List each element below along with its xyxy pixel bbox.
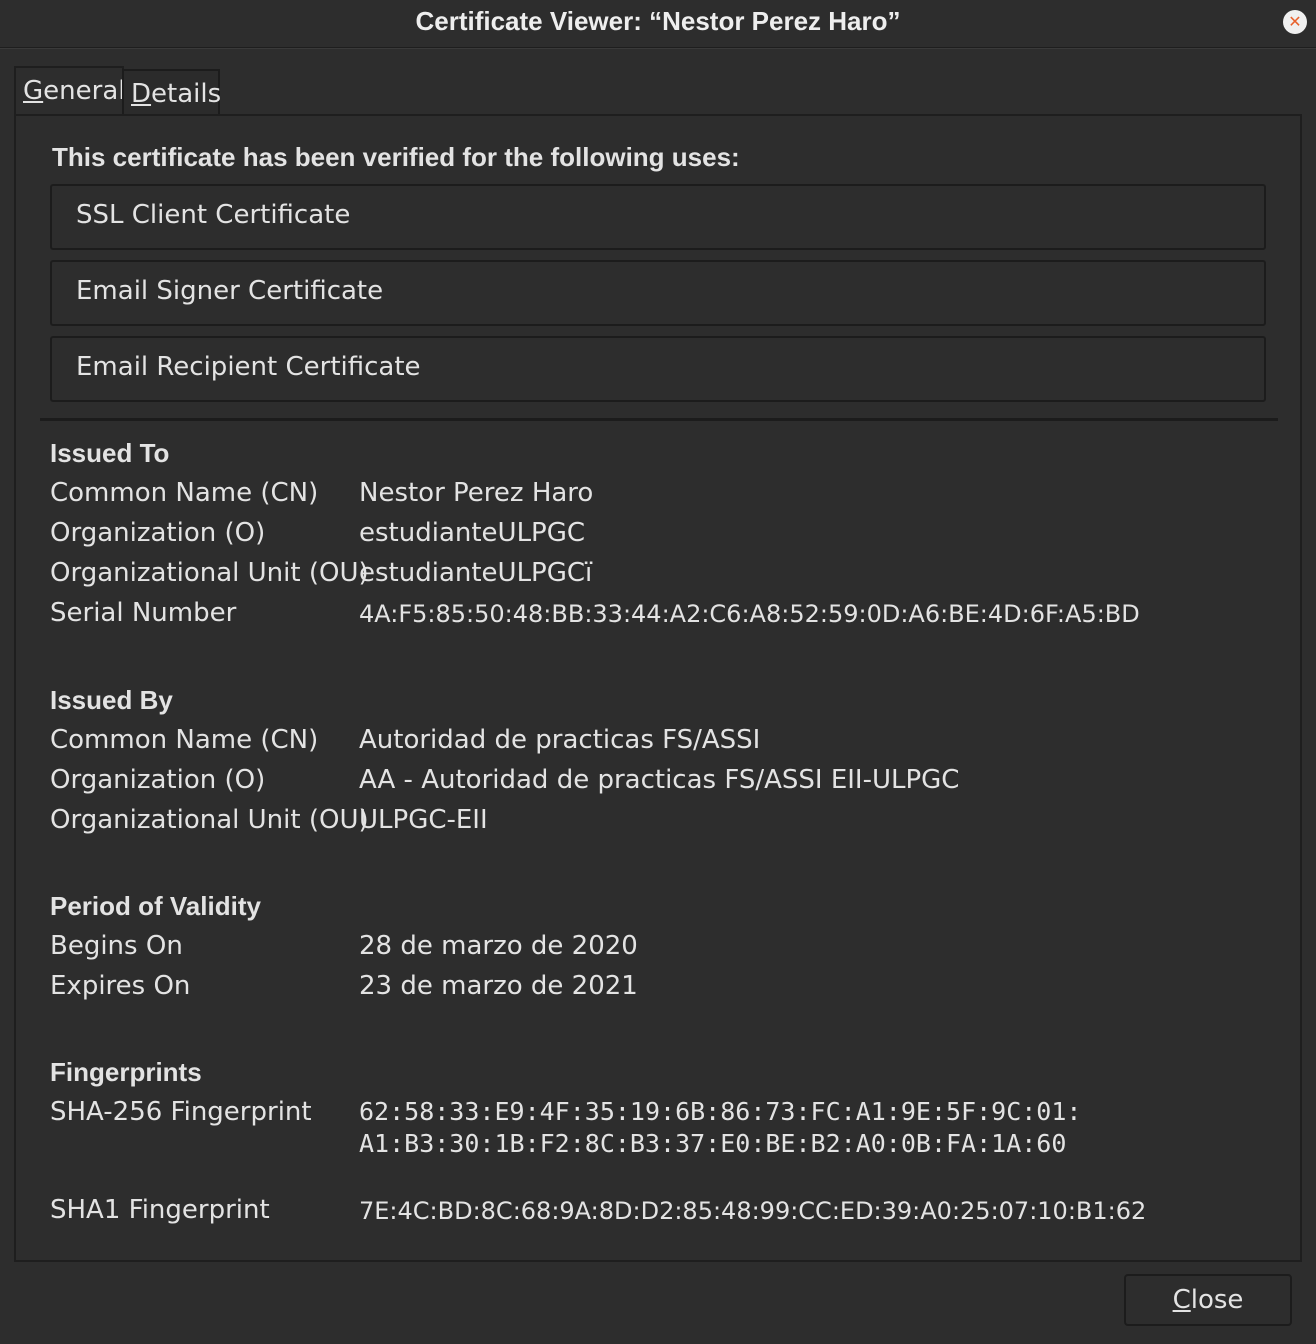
use-item: Email Recipient Certificate	[50, 336, 1266, 402]
use-item: Email Signer Certificate	[50, 260, 1266, 326]
tab-general[interactable]: General	[14, 66, 126, 116]
field-label: Organizational Unit (OU)	[50, 558, 369, 588]
close-button-mnemonic: C	[1172, 1285, 1191, 1315]
field-label: Organizational Unit (OU)	[50, 805, 369, 835]
field-value: 28 de marzo de 2020	[359, 931, 638, 961]
window-title: Certificate Viewer: “Nestor Perez Haro”	[415, 6, 901, 36]
field-label: Organization (O)	[50, 765, 266, 795]
field-value: ULPGC-EII	[359, 805, 488, 835]
verified-uses-heading: This certificate has been verified for t…	[52, 142, 740, 172]
field-label: Begins On	[50, 931, 183, 961]
field-label: Common Name (CN)	[50, 478, 319, 508]
field-label: Expires On	[50, 971, 191, 1001]
close-button[interactable]: Close	[1124, 1274, 1292, 1326]
field-value: 23 de marzo de 2021	[359, 971, 638, 1001]
field-value: estudianteULPGCï	[359, 558, 593, 588]
fingerprints-heading: Fingerprints	[50, 1057, 202, 1087]
use-item: SSL Client Certificate	[50, 184, 1266, 250]
tab-details-mnemonic: D	[131, 79, 152, 109]
field-label: Serial Number	[50, 598, 237, 628]
title-bar: Certificate Viewer: “Nestor Perez Haro” …	[0, 0, 1316, 48]
tab-general-label: eneral	[43, 76, 126, 106]
serial-number-value: 4A:F5:85:50:48:BB:33:44:A2:C6:A8:52:59:0…	[359, 600, 1140, 628]
sha256-line-2: A1:B3:30:1B:F2:8C:B3:37:E0:BE:B2:A0:0B:F…	[359, 1129, 1067, 1158]
field-label: Organization (O)	[50, 518, 266, 548]
issued-by-heading: Issued By	[50, 685, 173, 715]
field-label: SHA-256 Fingerprint	[50, 1097, 312, 1127]
field-value: Nestor Perez Haro	[359, 478, 594, 508]
close-icon[interactable]: ✕	[1283, 10, 1307, 34]
validity-heading: Period of Validity	[50, 891, 261, 921]
field-label: SHA1 Fingerprint	[50, 1195, 270, 1225]
sha1-value: 7E:4C:BD:8C:68:9A:8D:D2:85:48:99:CC:ED:3…	[359, 1197, 1147, 1225]
separator	[40, 418, 1278, 421]
sha256-line-1: 62:58:33:E9:4F:35:19:6B:86:73:FC:A1:9E:5…	[359, 1097, 1082, 1126]
issued-to-heading: Issued To	[50, 438, 170, 468]
tab-details-label: etails	[151, 79, 222, 109]
field-value: Autoridad de practicas FS/ASSI	[359, 725, 761, 755]
general-panel: This certificate has been verified for t…	[14, 114, 1302, 1262]
field-value: AA - Autoridad de practicas FS/ASSI EII-…	[359, 765, 960, 795]
close-button-label: lose	[1190, 1285, 1244, 1315]
tab-details[interactable]: Details	[122, 69, 222, 116]
field-label: Common Name (CN)	[50, 725, 319, 755]
field-value: estudianteULPGC	[359, 518, 586, 548]
tab-general-mnemonic: G	[23, 76, 44, 106]
